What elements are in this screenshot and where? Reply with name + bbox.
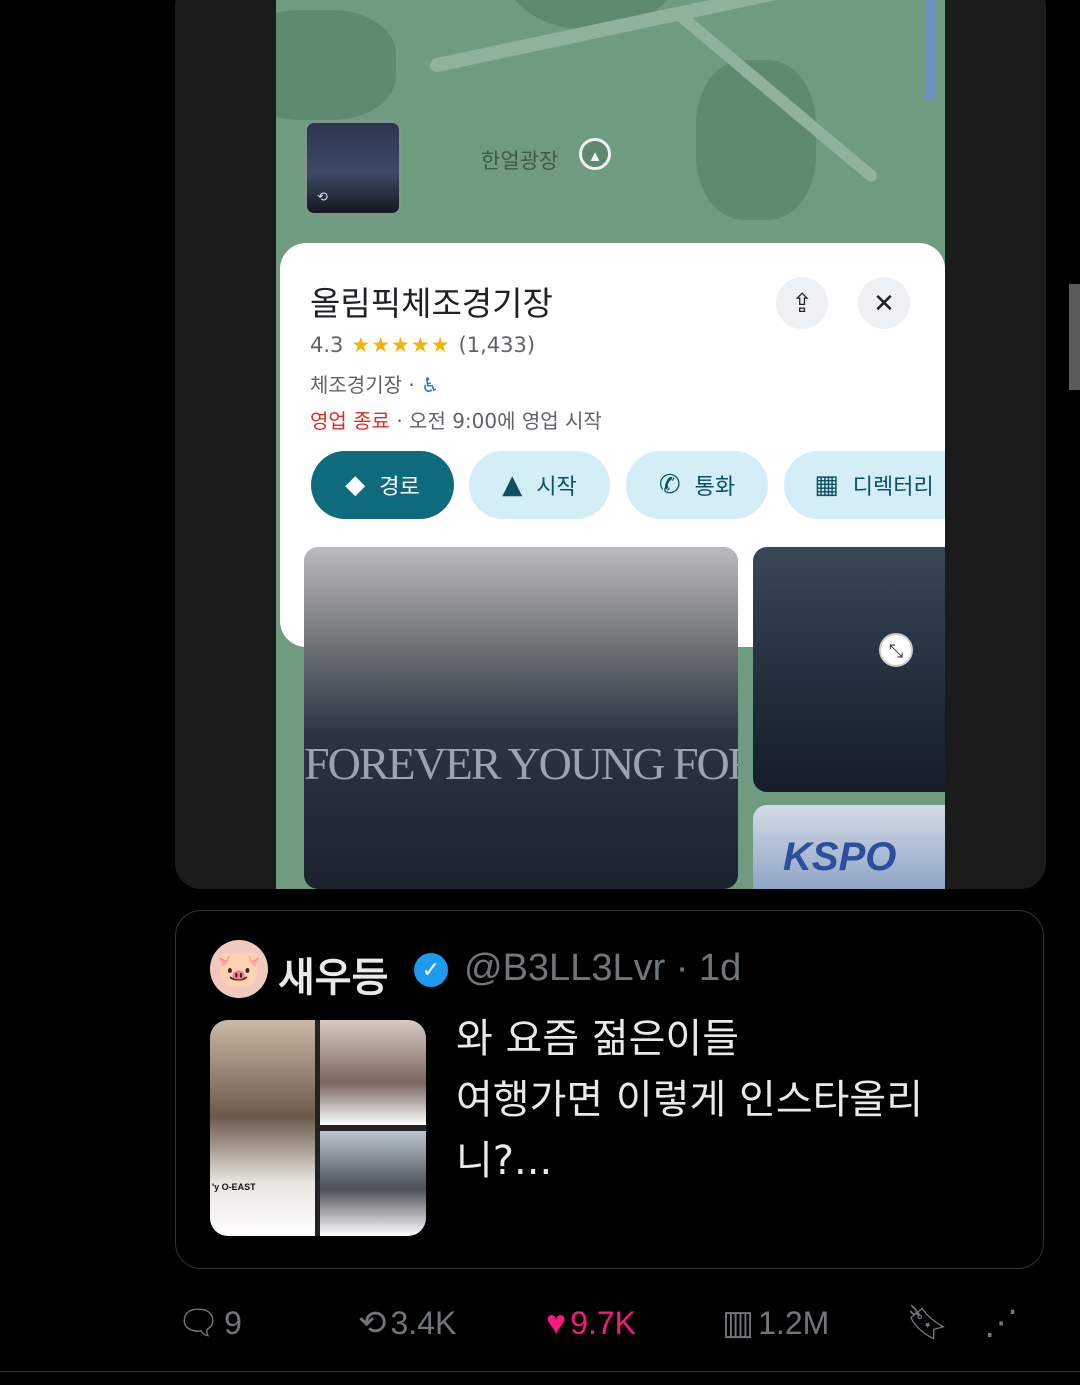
bookmark-button[interactable]: 🔖︎: [906, 1300, 949, 1346]
view-count: 1.2M: [758, 1304, 830, 1341]
directory-button[interactable]: ▦ 디렉터리: [784, 451, 945, 519]
rotate-360-icon: ⟲: [317, 189, 328, 204]
quoted-photo-2[interactable]: [320, 1020, 426, 1125]
retweet-button[interactable]: ⟲ 3.4K: [358, 1300, 456, 1346]
directions-button[interactable]: ◆ 경로: [311, 451, 454, 519]
store-icon: ▦: [814, 470, 839, 500]
quoted-photo-caption: 'y O-EAST: [212, 1182, 256, 1192]
scrollbar[interactable]: [1069, 284, 1080, 390]
place-photo-exterior[interactable]: KSPO: [753, 805, 945, 889]
close-icon[interactable]: ✕: [858, 277, 910, 329]
reply-icon: 🗨: [177, 1304, 221, 1342]
share-icon[interactable]: ⇪: [776, 277, 828, 329]
rating-value: 4.3: [310, 333, 344, 357]
place-name: 올림픽체조경기장: [310, 284, 553, 323]
heart-icon: ♥: [546, 1303, 567, 1342]
directory-label: 디렉터리: [852, 475, 934, 500]
reply-count: 9: [224, 1304, 242, 1341]
map-screenshot: ⟲ 한얼광장 ▲ 올림픽체조경기장 ⇪ ✕ 4.3 ★★★★★ (1,433) 체조…: [276, 0, 945, 889]
quoted-media-grid[interactable]: 'y O-EAST: [210, 1020, 426, 1236]
timestamp[interactable]: 1d: [699, 947, 741, 989]
opening-hours: · 오전 9:00에 영업 시작: [389, 409, 602, 433]
avatar[interactable]: 🐷: [210, 940, 268, 998]
expand-icon[interactable]: ⤡: [879, 633, 913, 667]
call-button[interactable]: ✆ 통화: [626, 451, 768, 519]
map-poi-label[interactable]: 한얼광장: [481, 145, 558, 175]
separator: ·: [665, 947, 700, 989]
start-label: 시작: [536, 475, 577, 500]
navigation-icon: ▲: [502, 470, 523, 500]
share-button[interactable]: ⋰: [984, 1300, 1018, 1346]
directions-icon: ◆: [345, 470, 366, 500]
review-count[interactable]: (1,433): [459, 333, 536, 357]
star-rating-icon: ★★★★★: [351, 333, 451, 357]
quoted-photo-1[interactable]: 'y O-EAST: [210, 1020, 315, 1236]
park-pin-icon[interactable]: ▲: [579, 138, 611, 170]
quoted-tweet[interactable]: 🐷 새우등 ✓ @B3LL3Lvr · 1d 'y O-EAST 와 요즘 젊은…: [175, 910, 1044, 1269]
wheelchair-icon: ♿: [421, 373, 440, 397]
tweet-media-card[interactable]: ⟲ 한얼광장 ▲ 올림픽체조경기장 ⇪ ✕ 4.3 ★★★★★ (1,433) 체조…: [175, 0, 1046, 889]
divider: [0, 1371, 1080, 1372]
like-button[interactable]: ♥ 9.7K: [546, 1300, 636, 1346]
display-name[interactable]: 새우등: [278, 945, 388, 1003]
share-network-icon: ⋰: [984, 1304, 1018, 1342]
start-button[interactable]: ▲ 시작: [469, 451, 610, 519]
map-river: [926, 0, 936, 100]
retweet-count: 3.4K: [390, 1304, 457, 1341]
rating-row: 4.3 ★★★★★ (1,433): [310, 333, 535, 357]
place-photo-arena[interactable]: FOREVER YOUNG FOREVER: [304, 547, 738, 889]
reply-button[interactable]: 🗨 9: [177, 1300, 242, 1346]
bookmark-icon: 🔖︎: [906, 1304, 950, 1342]
views-button[interactable]: ▥ 1.2M: [722, 1300, 829, 1346]
user-handle[interactable]: @B3LL3Lvr: [464, 947, 665, 989]
directions-label: 경로: [379, 475, 420, 500]
quoted-photo-3[interactable]: [320, 1131, 426, 1236]
place-category: 체조경기장 ·: [310, 373, 422, 397]
handle-line: @B3LL3Lvr · 1d: [464, 947, 741, 990]
category-row: 체조경기장 · ♿: [310, 369, 439, 398]
status-closed: 영업 종료: [310, 409, 390, 433]
like-count: 9.7K: [570, 1304, 637, 1341]
quoted-tweet-text: 와 요즘 젊은이들 여행가면 이렇게 인스타올리 니?...: [456, 1016, 924, 1184]
street-view-thumbnail[interactable]: ⟲: [304, 120, 402, 216]
phone-icon: ✆: [658, 470, 681, 500]
exterior-sign-text: KSPO: [783, 835, 897, 879]
hours-row[interactable]: 영업 종료 · 오전 9:00에 영업 시작: [310, 405, 602, 434]
map-area-shape: [276, 10, 396, 120]
place-photo-stage[interactable]: [753, 547, 945, 792]
views-icon: ▥: [722, 1304, 755, 1342]
verified-icon: ✓: [414, 953, 448, 987]
retweet-icon: ⟲: [358, 1304, 387, 1342]
call-label: 통화: [694, 475, 736, 500]
banner-text: FOREVER YOUNG FOREVER: [304, 738, 738, 789]
